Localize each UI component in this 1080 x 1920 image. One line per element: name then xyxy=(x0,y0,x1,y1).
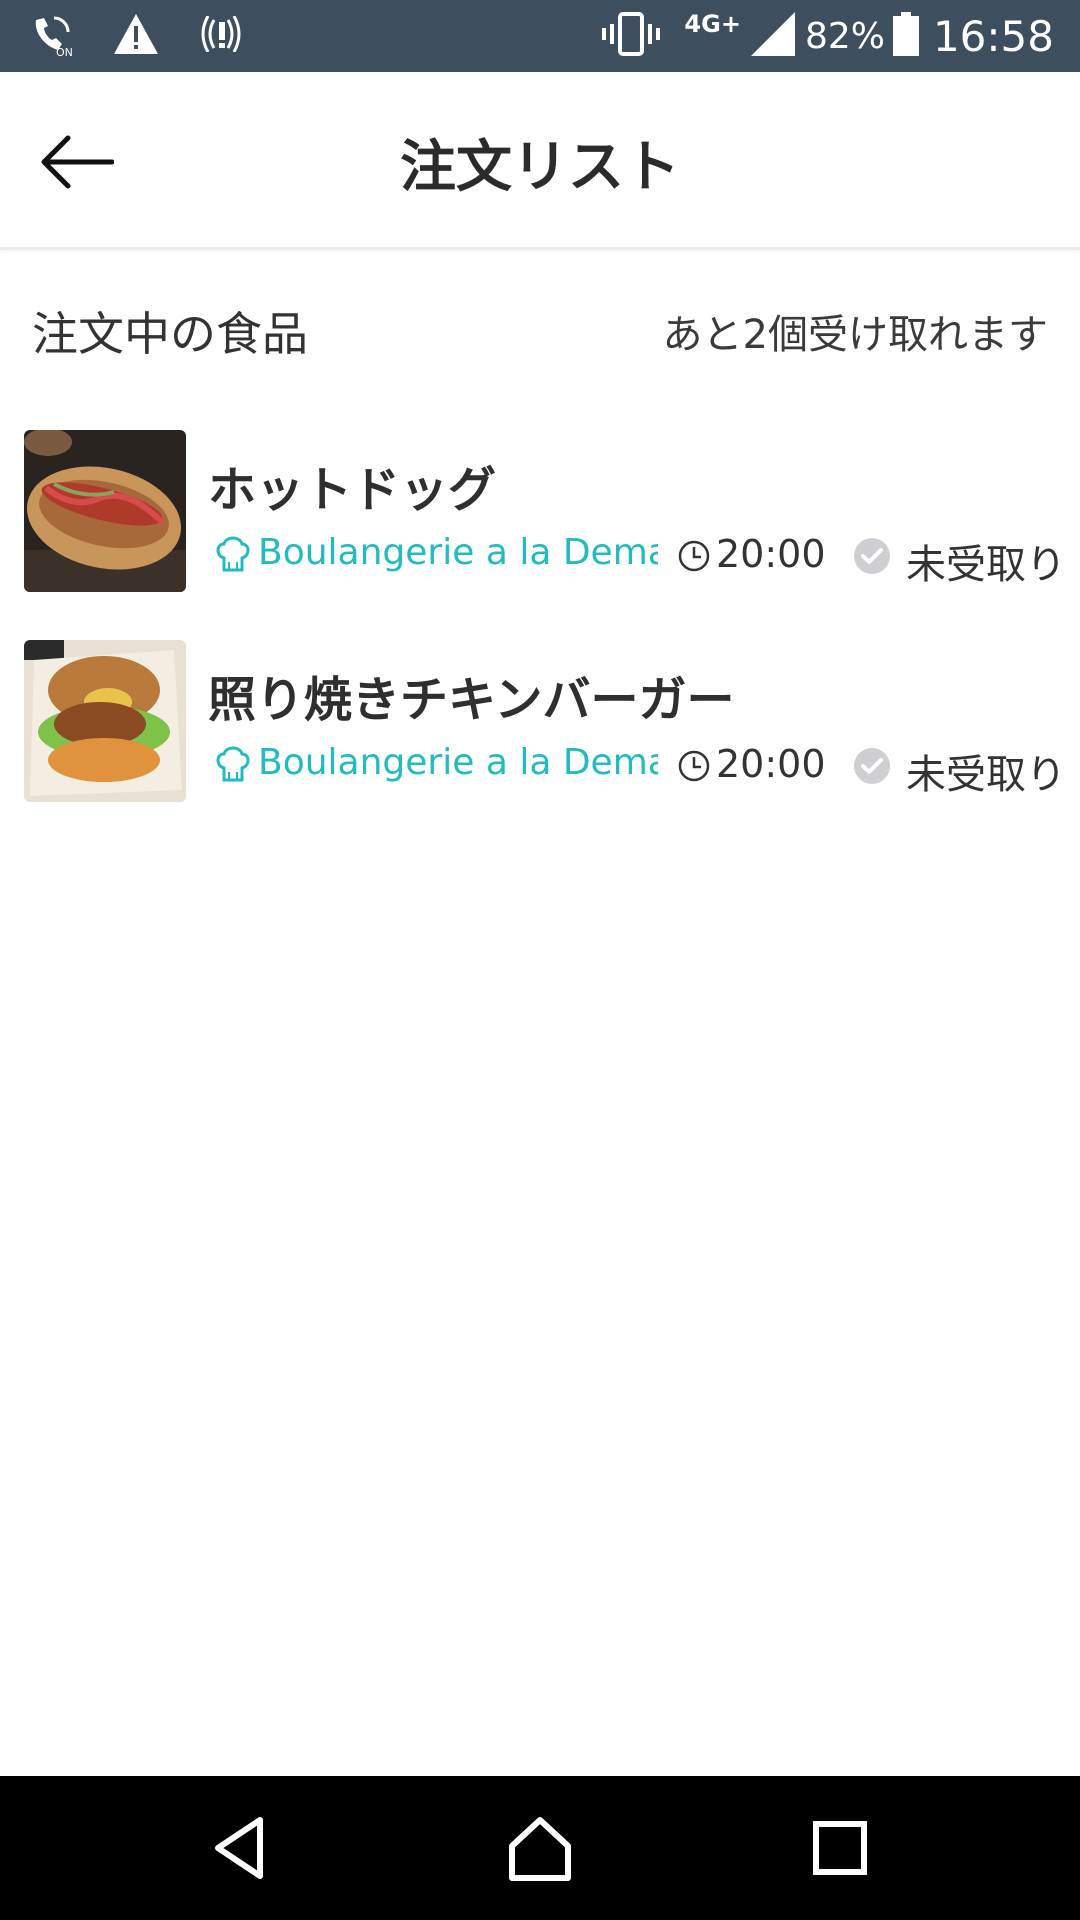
nav-back-button[interactable] xyxy=(206,1812,278,1884)
section-header: 注文中の食品 あと2個受け取れます xyxy=(0,298,1080,368)
remaining-note: あと2個受け取れます xyxy=(662,312,1048,358)
shop-name-link[interactable]: Boulangerie a la Dema... xyxy=(258,742,658,783)
shop-name-link[interactable]: Boulangerie a la Dema... xyxy=(258,532,658,573)
battery-icon xyxy=(892,12,919,60)
pickup-time: 20:00 xyxy=(716,532,826,576)
order-item-name: 照り焼きチキンバーガー xyxy=(208,672,735,728)
clock-icon xyxy=(678,750,710,782)
pickup-status: 未受取り xyxy=(906,752,1066,798)
clock-time: 16:58 xyxy=(932,11,1054,61)
food-thumbnail-chicken-burger xyxy=(24,640,186,802)
system-nav-bar xyxy=(0,1776,1080,1920)
hotspot-icon xyxy=(198,15,246,56)
order-meta: Boulangerie a la Dema... 20:00 未受取り xyxy=(212,742,1072,798)
square-recents-icon xyxy=(813,1821,867,1875)
warning-icon xyxy=(112,12,160,60)
svg-text:ON: ON xyxy=(56,46,73,56)
pickup-status: 未受取り xyxy=(906,542,1066,588)
network-type: 4G+ xyxy=(684,10,741,38)
chef-hat-icon xyxy=(216,536,250,574)
battery-percent: 82% xyxy=(804,15,885,57)
section-title: 注文中の食品 xyxy=(32,307,308,361)
triangle-back-icon xyxy=(215,1817,263,1879)
check-circle-icon xyxy=(854,748,890,784)
wifi-calling-icon: ON xyxy=(30,12,74,60)
pickup-time: 20:00 xyxy=(716,742,826,786)
chef-hat-icon xyxy=(216,746,250,784)
page-title: 注文リスト xyxy=(400,135,680,200)
order-item-name: ホットドッグ xyxy=(208,462,497,518)
clock-icon xyxy=(678,540,710,572)
order-meta: Boulangerie a la Dema... 20:00 未受取り xyxy=(212,532,1072,588)
signal-icon xyxy=(750,12,795,60)
app-header: 注文リスト xyxy=(0,72,1080,250)
food-thumbnail-hotdog xyxy=(24,430,186,592)
order-list-item[interactable]: 照り焼きチキンバーガー Boulangerie a la Dema... 20:… xyxy=(0,640,1080,810)
home-icon xyxy=(509,1817,571,1881)
order-list-item[interactable]: ホットドッグ Boulangerie a la Dema... 20:00 未受… xyxy=(0,430,1080,600)
check-circle-icon xyxy=(854,538,890,574)
nav-recents-button[interactable] xyxy=(804,1812,876,1884)
nav-home-button[interactable] xyxy=(504,1812,576,1884)
status-bar: ON 4G+ 82% 16:58 xyxy=(0,0,1080,72)
vibrate-icon xyxy=(602,10,661,62)
